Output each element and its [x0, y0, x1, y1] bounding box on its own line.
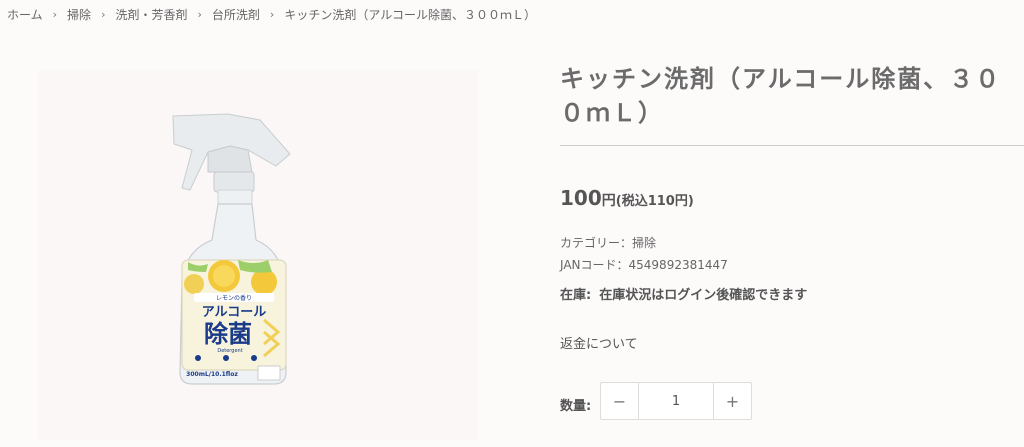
breadcrumb-kitchen-detergent[interactable]: 台所洗剤: [212, 6, 260, 23]
quantity-decrease-button[interactable]: −: [601, 383, 639, 419]
product-jan-code: JANコード：4549892381447: [560, 258, 728, 272]
svg-text:アルコール: アルコール: [202, 305, 267, 320]
breadcrumb-home[interactable]: ホーム: [7, 6, 43, 23]
quantity-stepper: − +: [600, 382, 752, 420]
price-amount: 100: [560, 186, 602, 210]
breadcrumb-separator: ›: [269, 8, 275, 21]
breadcrumb-detergent[interactable]: 洗剤・芳香剤: [115, 6, 187, 23]
product-price: 100円(税込110円): [560, 186, 694, 210]
stock-status: 在庫: 在庫状況はログイン後確認できます: [560, 284, 807, 303]
breadcrumb-cleaning[interactable]: 掃除: [67, 6, 91, 23]
svg-text:Detergent: Detergent: [217, 348, 242, 354]
breadcrumb-current: キッチン洗剤（アルコール除菌、３００ｍＬ）: [284, 8, 536, 22]
stock-label: 在庫:: [560, 288, 592, 303]
title-divider: [560, 145, 1024, 146]
quantity-input[interactable]: [639, 383, 713, 419]
quantity-label: 数量:: [560, 399, 592, 414]
quantity-increase-button[interactable]: +: [713, 383, 751, 419]
stock-text: 在庫状況はログイン後確認できます: [599, 288, 808, 303]
breadcrumb-separator: ›: [52, 8, 58, 21]
refund-link[interactable]: 返金について: [560, 333, 638, 352]
breadcrumb-separator: ›: [101, 8, 106, 21]
price-unit: 円: [601, 193, 616, 209]
product-image[interactable]: レモンの香り アルコール 除菌 Detergent 300mL/10.1floz: [38, 70, 478, 440]
spray-bottle-image: レモンの香り アルコール 除菌 Detergent 300mL/10.1floz: [168, 110, 308, 390]
svg-text:レモンの香り: レモンの香り: [216, 294, 252, 302]
product-title: キッチン洗剤（アルコール除菌、３００ｍＬ）: [560, 65, 1002, 127]
product-category: カテゴリー：掃除: [560, 236, 657, 250]
svg-text:除菌: 除菌: [204, 320, 252, 348]
price-tax: (税込110円): [615, 194, 694, 209]
breadcrumb: ホーム › 掃除 › 洗剤・芳香剤 › 台所洗剤 › キッチン洗剤（アルコール除…: [7, 6, 536, 23]
breadcrumb-separator: ›: [197, 8, 202, 21]
svg-text:300mL/10.1floz: 300mL/10.1floz: [186, 371, 238, 378]
